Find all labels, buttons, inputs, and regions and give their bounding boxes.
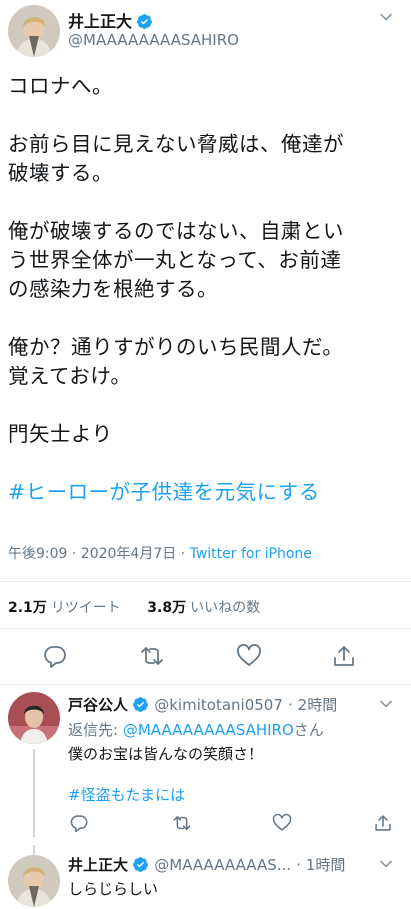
share-icon[interactable] bbox=[331, 643, 357, 669]
reply-to-line: 返信先: @MAAAAAAAASAHIROさん bbox=[68, 719, 324, 740]
tweet-line-gap bbox=[8, 101, 404, 130]
tweet-line: の感染力を根絶する。 bbox=[8, 277, 218, 301]
tweet-timestamp[interactable]: 午後9:09 · 2020年4月7日 · bbox=[8, 546, 190, 562]
retweet-icon[interactable] bbox=[172, 813, 192, 833]
tweet-line-gap bbox=[8, 391, 404, 420]
reply-text: しらじらしい bbox=[68, 880, 159, 898]
tweet-line: 破壊する。 bbox=[8, 161, 113, 185]
reply-text: 僕のお宝は皆んなの笑顔さ！ bbox=[68, 745, 264, 763]
reply-icon[interactable] bbox=[69, 813, 89, 833]
chevron-down-icon[interactable] bbox=[379, 857, 393, 871]
verified-badge-icon bbox=[137, 14, 152, 29]
author-avatar[interactable] bbox=[8, 5, 60, 57]
tweet-meta: 午後9:09 · 2020年4月7日 · Twitter for iPhone bbox=[8, 543, 312, 563]
tweet-header: 井上正大 @MAAAAAAAASAHIRO bbox=[0, 0, 411, 62]
likes-count: 3.8万 bbox=[147, 600, 187, 616]
tweet-line: お前ら目に見えない脅威は、俺達が bbox=[8, 132, 344, 156]
tweet-line: 俺が破壊するのではない、自粛とい bbox=[8, 219, 344, 243]
reply-author-name[interactable]: 井上正大 bbox=[68, 856, 128, 874]
retweets-stat[interactable]: 2.1万 リツイート bbox=[8, 600, 121, 616]
tweet-action-bar bbox=[0, 643, 411, 671]
tweet-line-gap bbox=[8, 304, 404, 333]
author-handle[interactable]: @MAAAAAAAASAHIRO bbox=[68, 31, 239, 49]
reply-hashtag-link[interactable]: #怪盗もたまには bbox=[68, 784, 185, 805]
reply-to-suffix: さん bbox=[293, 721, 324, 739]
tweet-line: コロナへ。 bbox=[8, 74, 113, 98]
reply-time[interactable]: · 2時間 bbox=[288, 696, 337, 714]
reply-header: 井上正大 @MAAAAAAAAS... · 1時間 bbox=[68, 854, 345, 875]
reply-author-name[interactable]: 戸谷公人 bbox=[68, 696, 128, 714]
tweet-hashtag-link[interactable]: #ヒーローが子供達を元気にする bbox=[8, 478, 404, 507]
reply-tweet[interactable]: 戸谷公人 @kimitotani0507 · 2時間 返信先: @MAAAAAA… bbox=[0, 685, 411, 845]
author-name-text: 井上正大 bbox=[68, 12, 133, 31]
reply-author-handle[interactable]: @kimitotani0507 bbox=[154, 696, 283, 714]
reply-tweet[interactable]: 井上正大 @MAAAAAAAAS... · 1時間 しらじらしい bbox=[0, 845, 411, 909]
tweet-line: 俺か？通りすがりのいち民間人だ。 bbox=[8, 335, 344, 359]
reply-icon[interactable] bbox=[42, 643, 68, 669]
likes-stat[interactable]: 3.8万 いいねの数 bbox=[147, 600, 260, 616]
author-name[interactable]: 井上正大 bbox=[68, 8, 153, 32]
retweets-count: 2.1万 bbox=[8, 600, 47, 616]
reply-time[interactable]: · 1時間 bbox=[296, 856, 345, 874]
reply-to-handle-link[interactable]: @MAAAAAAAASAHIRO bbox=[123, 721, 294, 739]
retweet-icon[interactable] bbox=[139, 643, 165, 669]
reply-to-prefix: 返信先: bbox=[68, 721, 123, 739]
thread-line bbox=[33, 845, 35, 855]
like-icon[interactable] bbox=[272, 813, 292, 833]
thread-line bbox=[33, 749, 35, 837]
tweet-text: コロナへ。 お前ら目に見えない脅威は、俺達が 破壊する。 俺が破壊するのではない… bbox=[8, 72, 404, 507]
verified-badge-icon bbox=[133, 697, 148, 712]
tweet-source-link[interactable]: Twitter for iPhone bbox=[190, 546, 312, 562]
tweet-line: う世界全体が一丸となって、お前達 bbox=[8, 248, 342, 272]
tweet-line-gap bbox=[8, 188, 404, 217]
tweet-line: 門矢士より bbox=[8, 422, 113, 446]
divider bbox=[0, 628, 411, 629]
reply-author-handle[interactable]: @MAAAAAAAAS... bbox=[154, 856, 291, 874]
chevron-down-icon[interactable] bbox=[379, 10, 393, 24]
chevron-down-icon[interactable] bbox=[379, 697, 393, 711]
likes-label: いいねの数 bbox=[190, 600, 261, 616]
reply-header: 戸谷公人 @kimitotani0507 · 2時間 bbox=[68, 694, 337, 715]
divider bbox=[0, 581, 411, 582]
tweet-line-gap bbox=[8, 449, 404, 478]
reply-avatar[interactable] bbox=[8, 692, 60, 744]
retweets-label: リツイート bbox=[50, 600, 121, 616]
share-icon[interactable] bbox=[373, 813, 393, 833]
reply-avatar[interactable] bbox=[8, 855, 60, 907]
like-icon[interactable] bbox=[236, 643, 262, 669]
tweet-line: 覚えておけ。 bbox=[8, 364, 132, 388]
tweet-stats: 2.1万 リツイート 3.8万 いいねの数 bbox=[8, 597, 260, 617]
verified-badge-icon bbox=[133, 857, 148, 872]
